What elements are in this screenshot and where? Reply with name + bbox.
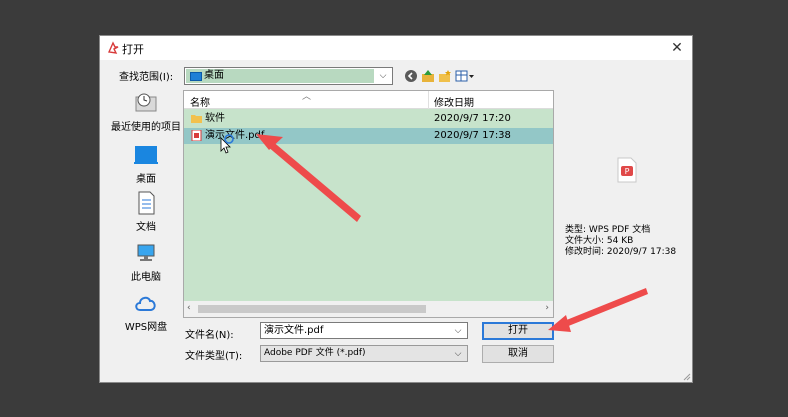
file-date: 2020/9/7 17:38: [434, 130, 511, 141]
info-type: 类型: WPS PDF 文档: [565, 225, 651, 235]
horizontal-scrollbar[interactable]: ‹ ›: [183, 301, 554, 318]
recent-items-icon: [133, 91, 159, 115]
back-icon[interactable]: [404, 69, 418, 83]
navigation-toolbar: [404, 68, 475, 84]
file-type-dropdown[interactable]: Adobe PDF 文件 (*.pdf) ⌵: [260, 345, 468, 362]
place-this-pc[interactable]: 此电脑: [108, 241, 184, 283]
file-type-value: Adobe PDF 文件 (*.pdf): [264, 348, 366, 358]
this-pc-icon: [133, 241, 159, 265]
place-documents[interactable]: 文档: [108, 191, 184, 233]
list-item-folder[interactable]: 软件 2020/9/7 17:20: [184, 111, 553, 127]
file-name-input[interactable]: 演示文件.pdf ⌵: [260, 322, 468, 339]
cloud-icon: [133, 291, 159, 315]
file-name: 演示文件.pdf: [205, 130, 265, 141]
title-bar[interactable]: 打开 ✕: [100, 36, 692, 60]
place-label: 此电脑: [131, 272, 161, 283]
file-name-value: 演示文件.pdf: [264, 325, 324, 336]
documents-icon: [133, 191, 159, 215]
column-name[interactable]: 名称: [190, 94, 210, 109]
view-menu-icon[interactable]: [455, 69, 475, 83]
place-recent-items[interactable]: 最近使用的项目: [108, 91, 184, 133]
place-label: WPS网盘: [124, 322, 168, 333]
column-date-modified[interactable]: 修改日期: [434, 94, 474, 109]
pdf-preview-icon: P: [617, 157, 637, 183]
file-list[interactable]: ︿ 名称 修改日期 软件 2020/9/7 17:20 演示文件.pdf 202…: [183, 90, 554, 318]
desktop-folder-icon: [190, 72, 202, 81]
cancel-button[interactable]: 取消: [482, 345, 554, 363]
chevron-down-icon[interactable]: ⌵: [451, 323, 465, 339]
open-button[interactable]: 打开: [482, 322, 554, 340]
resize-grip-icon[interactable]: [683, 373, 691, 381]
look-in-selected: 桌面: [186, 69, 374, 83]
new-folder-icon[interactable]: [438, 69, 452, 83]
list-item-pdf-selected[interactable]: 演示文件.pdf 2020/9/7 17:38: [184, 128, 553, 144]
window-title: 打开: [122, 43, 144, 56]
chevron-down-icon[interactable]: ⌵: [376, 68, 390, 84]
pdf-icon: [191, 130, 202, 141]
close-icon: ✕: [671, 40, 683, 56]
scrollbar-thumb[interactable]: [198, 305, 426, 313]
look-in-dropdown[interactable]: 桌面 ⌵: [184, 67, 393, 85]
wps-pdf-logo-icon: [107, 41, 119, 54]
desktop-icon: [133, 143, 159, 167]
info-modified: 修改时间: 2020/9/7 17:38: [565, 247, 677, 257]
place-label: 桌面: [136, 174, 156, 185]
file-date: 2020/9/7 17:20: [434, 113, 511, 124]
place-label: 文档: [136, 222, 156, 233]
chevron-down-icon[interactable]: ⌵: [451, 346, 465, 362]
sort-ascending-icon: ︿: [302, 92, 312, 102]
folder-icon: [191, 115, 202, 123]
place-wps-cloud[interactable]: WPS网盘: [108, 291, 184, 333]
scroll-right-icon[interactable]: ›: [545, 303, 549, 313]
open-dialog: 打开 ✕ 查找范围(I): 桌面 ⌵ 最近使用的项目 桌面 文档 此电脑 WPS…: [99, 35, 693, 383]
place-desktop[interactable]: 桌面: [108, 143, 184, 185]
look-in-value: 桌面: [204, 70, 224, 81]
column-header: ︿ 名称 修改日期: [184, 91, 553, 109]
info-size: 文件大小: 54 KB: [565, 236, 634, 246]
file-name-label: 文件名(N):: [185, 330, 234, 341]
file-name: 软件: [205, 113, 225, 124]
places-bar: 最近使用的项目 桌面 文档 此电脑 WPS网盘: [108, 91, 184, 333]
column-divider[interactable]: [428, 91, 429, 109]
scroll-left-icon[interactable]: ‹: [187, 303, 191, 313]
svg-text:P: P: [625, 167, 630, 176]
close-button[interactable]: ✕: [662, 36, 692, 60]
look-in-label: 查找范围(I):: [119, 72, 174, 83]
file-info-panel: 类型: WPS PDF 文档 文件大小: 54 KB 修改时间: 2020/9/…: [565, 225, 676, 258]
place-label: 最近使用的项目: [111, 122, 181, 133]
file-type-label: 文件类型(T):: [185, 351, 243, 362]
up-folder-icon[interactable]: [421, 69, 435, 83]
